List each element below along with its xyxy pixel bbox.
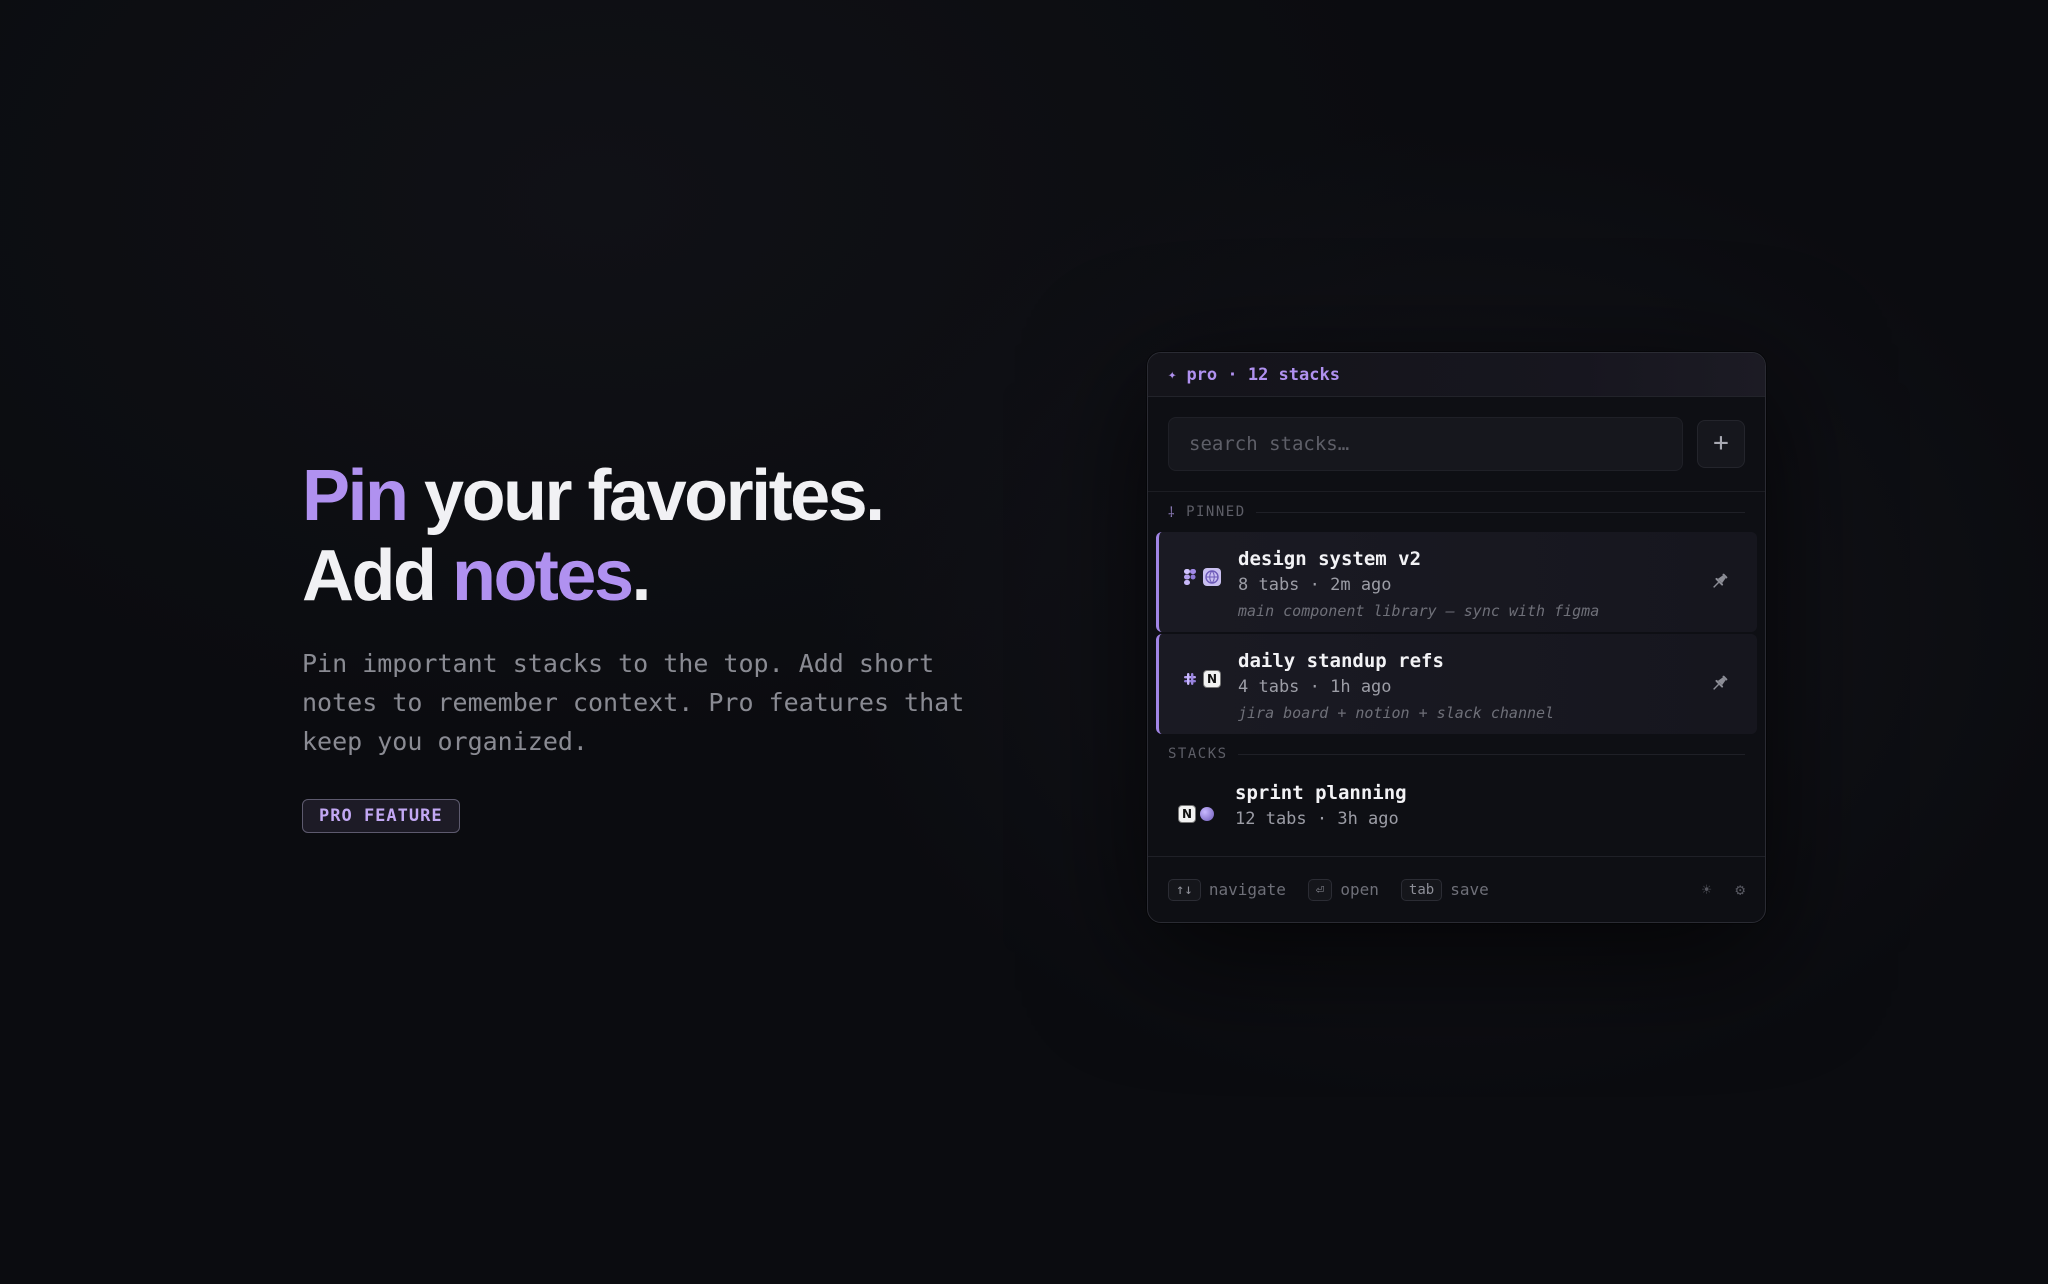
globe-icon (1203, 568, 1221, 586)
headline-accent-notes: notes (451, 536, 634, 616)
navigate-hint: ↑↓ navigate (1168, 878, 1286, 901)
save-label: save (1450, 880, 1489, 899)
stacks-section-label: STACKS (1148, 736, 1765, 772)
hero-description: Pin important stacks to the top. Add sho… (302, 649, 965, 756)
item-icons: N (1181, 670, 1221, 688)
item-body: sprint planning 12 tabs · 3h ago (1235, 780, 1407, 833)
stack-note: main component library — sync with figma (1238, 602, 1600, 620)
stack-title: sprint planning (1235, 782, 1407, 804)
gear-icon[interactable]: ⚙ (1735, 880, 1745, 899)
item-icons: N (1178, 805, 1214, 823)
sparkle-icon: ✦ (1168, 366, 1177, 383)
stacks-popup: ✦ pro · 12 stacks + ⸸ PINNED (1147, 352, 1766, 923)
panel-header: ✦ pro · 12 stacks (1148, 353, 1765, 397)
navigate-label: navigate (1208, 880, 1286, 899)
save-hint: tab save (1400, 878, 1489, 901)
pin-small-icon: ⸸ (1168, 504, 1177, 521)
unpin-icon[interactable] (1709, 672, 1731, 694)
headline-accent-pin: Pin (302, 456, 409, 536)
pinned-stack-item[interactable]: design system v2 8 tabs · 2m ago main co… (1156, 532, 1757, 632)
add-stack-button[interactable]: + (1697, 420, 1745, 468)
stack-meta: 4 tabs · 1h ago (1238, 677, 1392, 697)
navigate-key: ↑↓ (1168, 878, 1201, 901)
unpin-icon[interactable] (1709, 570, 1731, 592)
item-body: daily standup refs 4 tabs · 1h ago jira … (1238, 648, 1554, 725)
item-body: design system v2 8 tabs · 2m ago main co… (1238, 546, 1599, 623)
notion-icon: N (1203, 670, 1221, 688)
stack-meta: 12 tabs · 3h ago (1235, 809, 1399, 829)
theme-toggle-icon[interactable]: ☀ (1702, 880, 1712, 899)
stack-note: jira board + notion + slack channel (1238, 704, 1555, 722)
save-key: tab (1400, 878, 1443, 901)
notion-icon: N (1178, 805, 1196, 823)
search-box (1168, 417, 1683, 471)
headline: Pin your favorites. Add notes. (302, 456, 1062, 616)
stack-meta: 8 tabs · 2m ago (1238, 575, 1392, 595)
pinned-section-label: ⸸ PINNED (1148, 492, 1765, 532)
figma-icon (1181, 568, 1199, 586)
search-row: + (1148, 397, 1765, 492)
panel-header-text: pro · 12 stacks (1186, 364, 1340, 385)
search-input[interactable] (1189, 433, 1682, 455)
pinned-label: PINNED (1186, 504, 1246, 520)
stack-title: daily standup refs (1238, 650, 1444, 672)
divider (1255, 511, 1745, 513)
orb-icon (1200, 807, 1214, 821)
slack-icon (1181, 670, 1199, 688)
headline-line2-end: . (631, 536, 652, 616)
item-icons (1181, 568, 1221, 586)
pro-feature-badge: PRO FEATURE (302, 799, 460, 833)
open-key: ⏎ (1307, 878, 1333, 901)
headline-line1: your favorites. (406, 456, 885, 536)
open-label: open (1340, 880, 1379, 899)
stack-item[interactable]: N sprint planning 12 tabs · 3h ago (1156, 772, 1757, 856)
pinned-stack-item[interactable]: N daily standup refs 4 tabs · 1h ago jir… (1156, 634, 1757, 734)
open-hint: ⏎ open (1307, 878, 1379, 901)
panel-footer: ↑↓ navigate ⏎ open tab save ☀ ⚙ (1148, 856, 1765, 922)
headline-line2-start: Add (302, 536, 452, 616)
stacks-label: STACKS (1168, 746, 1228, 762)
divider (1237, 753, 1745, 755)
stack-title: design system v2 (1238, 548, 1422, 570)
hero-section: Pin your favorites. Add notes. Pin impor… (302, 456, 1062, 833)
